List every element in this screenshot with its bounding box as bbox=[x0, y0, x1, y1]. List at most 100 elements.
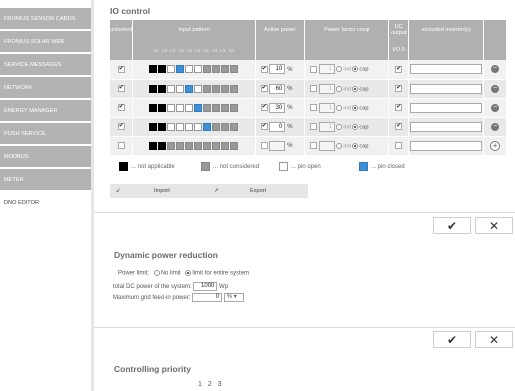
pin-blue-icon[interactable] bbox=[203, 122, 212, 131]
pin-gray-icon[interactable] bbox=[203, 84, 212, 93]
active-power-input[interactable]: 30 bbox=[269, 102, 286, 113]
power-factor-input[interactable]: 1 bbox=[318, 102, 335, 113]
active-power-checkbox[interactable]: ✔ bbox=[260, 85, 268, 92]
pin-gray-icon[interactable] bbox=[221, 103, 230, 112]
active-power-checkbox[interactable]: ✔ bbox=[260, 65, 268, 73]
pin-gray-icon[interactable] bbox=[212, 65, 221, 74]
total-dc-input[interactable]: 1000 bbox=[193, 282, 218, 291]
active-power-input[interactable]: 10 bbox=[269, 64, 286, 75]
sidebar-item-fronius-sensor-cards[interactable]: FRONIUS SENSOR CARDS bbox=[0, 8, 91, 30]
pin-gray-icon[interactable] bbox=[185, 141, 194, 150]
excluded-inverters-input[interactable] bbox=[410, 83, 483, 94]
excluded-inverters-input[interactable] bbox=[410, 140, 483, 151]
unlocked-checkbox[interactable]: ✔ bbox=[117, 85, 125, 92]
export-button[interactable]: Export bbox=[250, 184, 266, 198]
active-power-input[interactable]: 0 bbox=[269, 121, 286, 132]
pin-blue-icon[interactable] bbox=[185, 84, 194, 93]
no-limit-radio[interactable] bbox=[153, 270, 160, 276]
pin-black-icon[interactable] bbox=[149, 65, 158, 74]
cap-radio[interactable] bbox=[352, 142, 359, 149]
pin-white-icon[interactable] bbox=[167, 65, 176, 74]
add-row-icon[interactable]: + bbox=[490, 140, 501, 151]
unlocked-checkbox[interactable]: ✔ bbox=[117, 123, 125, 130]
pin-black-icon[interactable] bbox=[149, 84, 158, 93]
pin-white-icon[interactable] bbox=[185, 122, 194, 131]
pin-gray-icon[interactable] bbox=[212, 103, 221, 112]
excluded-inverters-input[interactable] bbox=[410, 102, 483, 113]
pin-black-icon[interactable] bbox=[158, 84, 167, 93]
ind-radio[interactable] bbox=[336, 142, 343, 149]
unlocked-checkbox[interactable]: ✔ bbox=[117, 65, 125, 73]
pin-gray-icon[interactable] bbox=[176, 141, 185, 150]
pin-gray-icon[interactable] bbox=[230, 84, 239, 93]
pin-black-icon[interactable] bbox=[149, 141, 158, 150]
power-factor-input[interactable]: 1 bbox=[318, 83, 335, 94]
confirm-button-1[interactable]: ✔ bbox=[433, 217, 471, 234]
power-factor-input[interactable] bbox=[318, 140, 335, 151]
pin-gray-icon[interactable] bbox=[203, 65, 212, 74]
remove-row-icon[interactable]: − bbox=[491, 122, 500, 131]
power-factor-checkbox[interactable] bbox=[310, 65, 318, 73]
pin-white-icon[interactable] bbox=[167, 103, 176, 112]
pin-gray-icon[interactable] bbox=[221, 84, 230, 93]
pin-white-icon[interactable] bbox=[194, 122, 203, 131]
power-factor-input[interactable]: 1 bbox=[318, 64, 335, 75]
active-power-input[interactable]: 60 bbox=[269, 83, 286, 94]
pin-white-icon[interactable] bbox=[194, 65, 203, 74]
cap-radio[interactable] bbox=[352, 123, 359, 130]
pin-gray-icon[interactable] bbox=[221, 122, 230, 131]
sidebar-item-fronius-solar-web[interactable]: FRONIUS SOLAR WEB bbox=[0, 31, 91, 53]
pin-white-icon[interactable] bbox=[167, 122, 176, 131]
power-factor-checkbox[interactable] bbox=[310, 123, 318, 130]
pin-white-icon[interactable] bbox=[194, 84, 203, 93]
pin-gray-icon[interactable] bbox=[230, 103, 239, 112]
active-power-checkbox[interactable] bbox=[260, 142, 268, 149]
power-factor-input[interactable]: 1 bbox=[318, 121, 335, 132]
remove-row-icon[interactable]: − bbox=[491, 103, 500, 112]
uc-output-checkbox[interactable] bbox=[395, 142, 403, 149]
sidebar-item-network[interactable]: NETWORK bbox=[0, 77, 91, 99]
uc-output-checkbox[interactable]: ✔ bbox=[395, 85, 403, 92]
cap-radio[interactable] bbox=[352, 85, 359, 92]
active-power-checkbox[interactable]: ✔ bbox=[260, 123, 268, 130]
pin-gray-icon[interactable] bbox=[230, 65, 239, 74]
ind-radio[interactable] bbox=[336, 85, 343, 92]
unlocked-checkbox[interactable]: ✔ bbox=[117, 104, 125, 111]
ind-radio[interactable] bbox=[336, 66, 343, 73]
pin-white-icon[interactable] bbox=[185, 65, 194, 74]
pin-black-icon[interactable] bbox=[158, 103, 167, 112]
sidebar-item-energy-manager[interactable]: ENERGY MANAGER bbox=[0, 100, 91, 122]
uc-output-checkbox[interactable]: ✔ bbox=[395, 65, 403, 73]
pin-white-icon[interactable] bbox=[176, 122, 185, 131]
pin-white-icon[interactable] bbox=[176, 84, 185, 93]
pin-white-icon[interactable] bbox=[167, 84, 176, 93]
cap-radio[interactable] bbox=[352, 66, 359, 73]
pin-gray-icon[interactable] bbox=[194, 141, 203, 150]
pin-white-icon[interactable] bbox=[185, 103, 194, 112]
pin-gray-icon[interactable] bbox=[230, 141, 239, 150]
pin-black-icon[interactable] bbox=[149, 122, 158, 131]
pin-black-icon[interactable] bbox=[158, 122, 167, 131]
pin-gray-icon[interactable] bbox=[221, 141, 230, 150]
pin-blue-icon[interactable] bbox=[176, 65, 185, 74]
pin-gray-icon[interactable] bbox=[212, 84, 221, 93]
remove-row-icon[interactable]: − bbox=[491, 65, 500, 74]
pin-white-icon[interactable] bbox=[176, 103, 185, 112]
pin-gray-icon[interactable] bbox=[167, 141, 176, 150]
pin-black-icon[interactable] bbox=[149, 103, 158, 112]
cancel-button-1[interactable]: ✕ bbox=[475, 217, 513, 234]
sidebar-item-meter[interactable]: METER bbox=[0, 169, 91, 191]
uc-output-checkbox[interactable]: ✔ bbox=[395, 104, 403, 111]
unlocked-checkbox[interactable] bbox=[117, 142, 125, 149]
max-feed-input[interactable]: 0 bbox=[192, 293, 223, 302]
active-power-input[interactable] bbox=[269, 140, 286, 151]
power-factor-checkbox[interactable] bbox=[310, 85, 318, 92]
remove-row-icon[interactable]: − bbox=[491, 84, 500, 93]
excluded-inverters-input[interactable] bbox=[410, 121, 483, 132]
pin-black-icon[interactable] bbox=[158, 65, 167, 74]
cap-radio[interactable] bbox=[352, 104, 359, 111]
pin-gray-icon[interactable] bbox=[230, 122, 239, 131]
pin-black-icon[interactable] bbox=[158, 141, 167, 150]
cancel-button-2[interactable]: ✕ bbox=[475, 331, 513, 348]
pin-blue-icon[interactable] bbox=[194, 103, 203, 112]
